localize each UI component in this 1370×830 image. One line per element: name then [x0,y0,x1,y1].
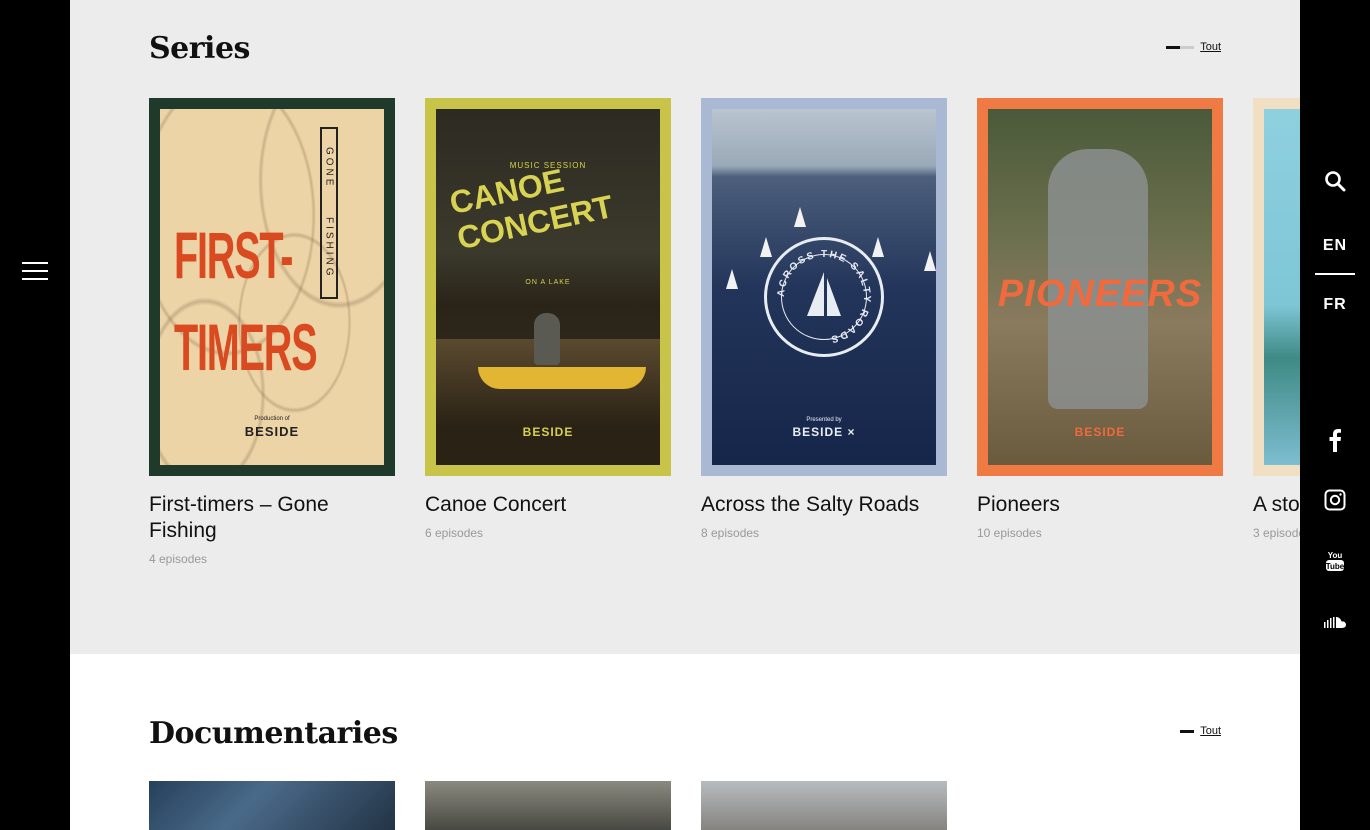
guitarist-figure [534,313,560,365]
poster-subtitle: ON A LAKE [525,279,571,286]
svg-text:Tube: Tube [1326,562,1345,571]
series-section: Series Tout GONE FISHING FIRST- TIMERS P… [70,0,1300,654]
series-carousel: GONE FISHING FIRST- TIMERS Production of… [149,98,1300,566]
series-card[interactable]: MUSIC SESSION CANOE CONCERT ON A LAKE BE… [425,98,671,566]
poster-brand: Production of BESIDE [244,416,300,439]
hamburger-icon[interactable] [22,262,48,282]
card-episodes: 4 episodes [149,552,208,566]
right-rail: EN FR You Tube [1300,0,1370,830]
series-card[interactable]: GONE FISHING FIRST- TIMERS Production of… [149,98,395,566]
see-all-link[interactable]: Tout [1200,41,1221,53]
instagram-icon[interactable] [1300,489,1370,516]
documentary-thumbnail[interactable] [701,781,947,830]
sailboat-icon [924,251,936,271]
active-language-indicator [1315,273,1355,275]
see-all-link[interactable]: Tout [1200,725,1221,737]
poster-title-line2: TIMERS [174,310,318,384]
canoe-shape [478,367,646,389]
series-card[interactable]: PIONEERS BESIDE Pioneers 10 episodes [977,98,1223,566]
poster-vertical-label: GONE FISHING [320,127,338,299]
poster-brand: Presented by BESIDE × [792,417,856,439]
series-card[interactable]: ACROSS THE SALTY ROADS Presented by BESI… [701,98,947,566]
main-content: Series Tout GONE FISHING FIRST- TIMERS P… [70,0,1300,830]
sailboat-icon [794,207,806,227]
poster-pioneers[interactable]: PIONEERS BESIDE [977,98,1223,476]
facebook-icon[interactable] [1300,428,1370,457]
card-title[interactable]: A sto [1253,492,1300,518]
poster-canoe-concert[interactable]: MUSIC SESSION CANOE CONCERT ON A LAKE BE… [425,98,671,476]
poster-seal: ACROSS THE SALTY ROADS [764,237,884,357]
card-title[interactable]: Pioneers [977,492,1223,518]
language-fr[interactable]: FR [1300,296,1370,314]
documentaries-section: Documentaries Tout [70,654,1300,830]
poster-first-timers[interactable]: GONE FISHING FIRST- TIMERS Production of… [149,98,395,476]
documentaries-title: Documentaries [149,716,398,751]
series-title: Series [149,31,250,66]
svg-text:ACROSS THE SALTY ROADS: ACROSS THE SALTY ROADS [776,249,872,345]
youtube-icon[interactable]: You Tube [1300,549,1370,578]
card-episodes: 6 episodes [425,526,484,540]
poster-title: PIONEERS [997,273,1203,315]
soundcloud-icon[interactable] [1300,615,1370,634]
search-icon[interactable] [1300,170,1370,197]
sailboat-icon [726,269,738,289]
card-episodes: 10 episodes [977,526,1042,540]
card-episodes: 8 episodes [701,526,760,540]
card-title[interactable]: First-timers – Gone Fishing [149,492,395,544]
poster-salty-roads[interactable]: ACROSS THE SALTY ROADS Presented by BESI… [701,98,947,476]
carousel-progress [1166,45,1195,49]
poster-brand: BESIDE [1074,425,1126,439]
series-see-all: Tout [1166,41,1221,53]
poster-partial[interactable] [1253,98,1300,476]
documentaries-see-all: Tout [1180,725,1221,737]
language-en[interactable]: EN [1300,237,1370,255]
card-title[interactable]: Canoe Concert [425,492,671,518]
series-card[interactable]: A sto 3 episode [1253,98,1300,566]
poster-brand: BESIDE [522,425,574,439]
card-episodes: 3 episode [1253,526,1300,540]
documentary-thumbnail[interactable] [149,781,395,830]
svg-text:You: You [1328,551,1343,560]
poster-title-line1: FIRST- [174,218,293,292]
poster-title: CANOE CONCERT [446,161,617,257]
left-rail [0,0,70,830]
card-title[interactable]: Across the Salty Roads [701,492,947,518]
documentary-thumbnail[interactable] [425,781,671,830]
documentaries-carousel [149,781,947,830]
carousel-progress [1180,729,1195,733]
